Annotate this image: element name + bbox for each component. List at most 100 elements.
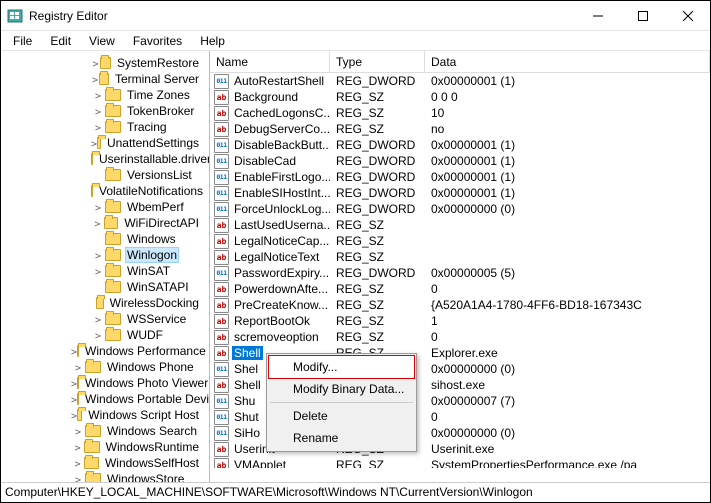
tree-item-label: Windows Script Host	[86, 408, 201, 422]
tree-item[interactable]: UnattendSettings	[1, 135, 209, 151]
tree-item[interactable]: VersionsList	[1, 167, 209, 183]
expand-chevron-icon[interactable]	[71, 361, 85, 374]
tree-item[interactable]: SystemRestore	[1, 55, 209, 71]
value-type: REG_SZ	[330, 106, 425, 120]
expand-chevron-icon[interactable]	[71, 441, 84, 454]
list-row[interactable]: LegalNoticeCap...REG_SZ	[210, 233, 710, 249]
folder-icon	[105, 89, 121, 101]
menu-edit[interactable]: Edit	[42, 32, 79, 50]
value-data: 0	[425, 282, 710, 296]
list-row[interactable]: EnableSIHostInt...REG_DWORD0x00000001 (1…	[210, 185, 710, 201]
expand-chevron-icon[interactable]	[91, 121, 105, 134]
menu-file[interactable]: File	[5, 32, 40, 50]
tree-item[interactable]: Windows Portable Devices	[1, 391, 209, 407]
list-row[interactable]: LegalNoticeTextREG_SZ	[210, 249, 710, 265]
value-type: REG_DWORD	[330, 202, 425, 216]
context-menu-item[interactable]: Rename	[269, 427, 414, 449]
expand-chevron-icon[interactable]	[91, 89, 105, 102]
list-row[interactable]: scremoveoptionREG_SZ0	[210, 329, 710, 345]
folder-icon	[85, 473, 101, 482]
list-row[interactable]: ReportBootOkREG_SZ1	[210, 313, 710, 329]
list-row[interactable]: AutoRestartShellREG_DWORD0x00000001 (1)	[210, 73, 710, 89]
tree-item[interactable]: Time Zones	[1, 87, 209, 103]
value-name: VMApplet	[232, 458, 288, 468]
value-name: PasswordExpiry...	[232, 266, 330, 280]
folder-icon	[105, 281, 121, 293]
tree-item[interactable]: Windows Search	[1, 423, 209, 439]
expand-chevron-icon[interactable]	[91, 201, 105, 214]
expand-chevron-icon[interactable]	[91, 265, 105, 278]
list-row[interactable]: LastUsedUserna...REG_SZ	[210, 217, 710, 233]
value-name: DisableBackButt...	[232, 138, 330, 152]
folder-icon	[96, 297, 103, 309]
tree-item[interactable]: WUDF	[1, 327, 209, 343]
tree-item[interactable]: WirelessDocking	[1, 295, 209, 311]
list-row[interactable]: DisableCadREG_DWORD0x00000001 (1)	[210, 153, 710, 169]
menu-view[interactable]: View	[81, 32, 123, 50]
column-type[interactable]: Type	[330, 51, 425, 72]
value-type: REG_SZ	[330, 458, 425, 468]
tree-item[interactable]: Winlogon	[1, 247, 209, 263]
list-row[interactable]: ForceUnlockLog...REG_DWORD0x00000000 (0)	[210, 201, 710, 217]
expand-chevron-icon[interactable]	[71, 425, 85, 438]
value-name: PowerdownAfte...	[232, 282, 330, 296]
expand-chevron-icon[interactable]	[91, 249, 105, 262]
context-menu-item[interactable]: Modify Binary Data...	[269, 378, 414, 400]
value-data: 0x00000007 (7)	[425, 394, 710, 408]
tree-item[interactable]: Windows Phone	[1, 359, 209, 375]
expand-chevron-icon[interactable]	[71, 457, 84, 470]
expand-chevron-icon[interactable]	[91, 105, 105, 118]
menu-favorites[interactable]: Favorites	[125, 32, 190, 50]
value-list[interactable]: AutoRestartShellREG_DWORD0x00000001 (1)B…	[210, 73, 710, 468]
tree-item[interactable]: WinSATAPI	[1, 279, 209, 295]
list-row[interactable]: DebugServerCo...REG_SZno	[210, 121, 710, 137]
tree-item[interactable]: WindowsSelfHost	[1, 455, 209, 471]
list-row[interactable]: PasswordExpiry...REG_DWORD0x00000005 (5)	[210, 265, 710, 281]
list-header[interactable]: Name Type Data	[210, 51, 710, 73]
close-button[interactable]	[665, 1, 710, 30]
tree-item[interactable]: VolatileNotifications	[1, 183, 209, 199]
maximize-button[interactable]	[620, 1, 665, 30]
expand-chevron-icon[interactable]	[91, 329, 105, 342]
tree-item[interactable]: Userinstallable.drivers	[1, 151, 209, 167]
tree-item[interactable]: Windows Script Host	[1, 407, 209, 423]
context-menu-item[interactable]: Modify...	[269, 356, 414, 378]
tree-item[interactable]: WinSAT	[1, 263, 209, 279]
dword-value-icon	[214, 394, 229, 409]
expand-chevron-icon[interactable]	[71, 473, 85, 483]
list-row[interactable]: EnableFirstLogo...REG_DWORD0x00000001 (1…	[210, 169, 710, 185]
expand-chevron-icon[interactable]	[91, 57, 100, 70]
value-data: Userinit.exe	[425, 442, 710, 456]
tree-item[interactable]: WSService	[1, 311, 209, 327]
list-row[interactable]: PreCreateKnow...REG_SZ{A520A1A4-1780-4FF…	[210, 297, 710, 313]
column-data[interactable]: Data	[425, 51, 710, 72]
dword-value-icon	[214, 426, 229, 441]
expand-chevron-icon[interactable]	[91, 313, 105, 326]
minimize-button[interactable]	[575, 1, 620, 30]
tree-item[interactable]: Tracing	[1, 119, 209, 135]
dword-value-icon	[214, 362, 229, 377]
tree-item[interactable]: Windows	[1, 231, 209, 247]
tree-item[interactable]: TokenBroker	[1, 103, 209, 119]
expand-chevron-icon[interactable]	[91, 217, 104, 230]
list-row[interactable]: DisableBackButt...REG_DWORD0x00000001 (1…	[210, 137, 710, 153]
menu-help[interactable]: Help	[192, 32, 233, 50]
tree-item[interactable]: Windows Performance Toolkit	[1, 343, 209, 359]
value-name: LegalNoticeCap...	[232, 234, 330, 248]
tree-item[interactable]: WindowsRuntime	[1, 439, 209, 455]
tree-item[interactable]: Terminal Server	[1, 71, 209, 87]
tree-item[interactable]: Windows Photo Viewer	[1, 375, 209, 391]
value-type: REG_DWORD	[330, 170, 425, 184]
dword-value-icon	[214, 202, 229, 217]
column-name[interactable]: Name	[210, 51, 330, 72]
expand-chevron-icon[interactable]	[91, 73, 99, 86]
list-row[interactable]: VMAppletREG_SZSystemPropertiesPerformanc…	[210, 457, 710, 468]
list-row[interactable]: BackgroundREG_SZ0 0 0	[210, 89, 710, 105]
list-row[interactable]: PowerdownAfte...REG_SZ0	[210, 281, 710, 297]
list-row[interactable]: CachedLogonsC...REG_SZ10	[210, 105, 710, 121]
tree-item[interactable]: WbemPerf	[1, 199, 209, 215]
tree-item[interactable]: WiFiDirectAPI	[1, 215, 209, 231]
tree-item[interactable]: WindowsStore	[1, 471, 209, 482]
context-menu-item[interactable]: Delete	[269, 405, 414, 427]
key-tree[interactable]: SystemRestoreTerminal ServerTime ZonesTo…	[1, 51, 209, 482]
